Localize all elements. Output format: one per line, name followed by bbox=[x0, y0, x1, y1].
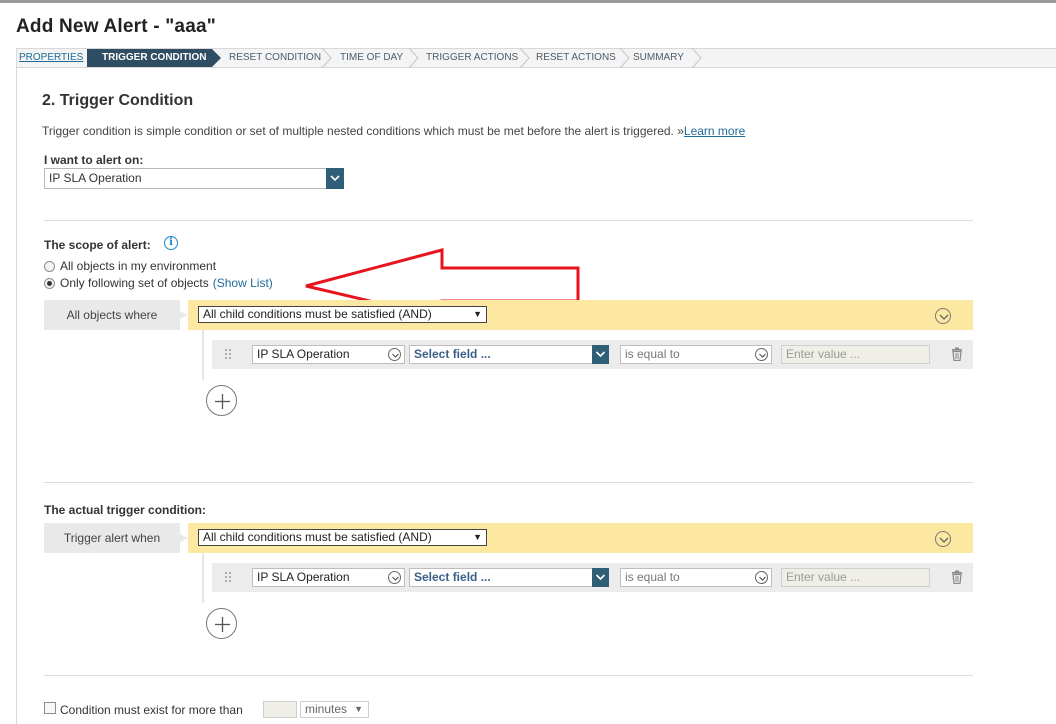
dropdown-arrow-icon: ▼ bbox=[354, 704, 363, 714]
trigger-operator-value: is equal to bbox=[625, 570, 680, 584]
trigger-value-input[interactable]: Enter value ... bbox=[781, 568, 930, 587]
chevron-down-icon bbox=[592, 568, 609, 587]
step-trigger-condition[interactable]: TRIGGER CONDITION bbox=[87, 49, 222, 67]
step-reset-condition[interactable]: RESET CONDITION bbox=[229, 49, 321, 67]
trigger-label: The actual trigger condition: bbox=[44, 503, 207, 517]
scope-field-select[interactable]: Select field ... bbox=[409, 345, 609, 364]
chevron-down-icon bbox=[388, 348, 401, 361]
radio-following-objects[interactable] bbox=[44, 277, 55, 289]
step-separator-icon bbox=[619, 48, 630, 68]
step-reset-actions[interactable]: RESET ACTIONS bbox=[536, 49, 616, 67]
divider bbox=[44, 675, 973, 676]
section-description: Trigger condition is simple condition or… bbox=[42, 124, 745, 138]
page-title: Add New Alert - "aaa" bbox=[16, 16, 216, 37]
scope-group-select[interactable]: All child conditions must be satisfied (… bbox=[198, 306, 487, 323]
scope-object-value: IP SLA Operation bbox=[257, 347, 350, 361]
dropdown-arrow-icon: ▼ bbox=[473, 532, 482, 542]
trigger-object-value: IP SLA Operation bbox=[257, 570, 350, 584]
info-icon[interactable]: i bbox=[164, 236, 178, 250]
alert-on-label: I want to alert on: bbox=[44, 153, 144, 167]
trigger-operator-select[interactable]: is equal to bbox=[620, 568, 772, 587]
scope-label: The scope of alert: bbox=[44, 238, 151, 252]
chevron-down-icon bbox=[755, 348, 768, 361]
scope-option-following-label: Only following set of objects bbox=[60, 276, 209, 290]
scope-value-input[interactable]: Enter value ... bbox=[781, 345, 930, 364]
add-trigger-condition-button[interactable] bbox=[206, 608, 237, 639]
chevron-down-icon bbox=[755, 571, 768, 584]
duration-checkbox[interactable] bbox=[44, 702, 56, 714]
scope-option-all-label: All objects in my environment bbox=[60, 259, 217, 273]
drag-handle-icon[interactable] bbox=[224, 348, 232, 360]
step-separator-icon bbox=[519, 48, 530, 68]
trigger-group-select[interactable]: All child conditions must be satisfied (… bbox=[198, 529, 487, 546]
scope-group-bar: All child conditions must be satisfied (… bbox=[188, 300, 973, 330]
trigger-field-select[interactable]: Select field ... bbox=[409, 568, 609, 587]
add-scope-condition-button[interactable] bbox=[206, 385, 237, 416]
scope-object-select[interactable]: IP SLA Operation bbox=[252, 345, 405, 364]
duration-unit-value: minutes bbox=[305, 702, 348, 716]
trigger-when-label: Trigger alert when bbox=[44, 523, 188, 553]
scope-condition-row: IP SLA Operation Select field ... is equ… bbox=[212, 340, 973, 369]
trigger-group-bar: All child conditions must be satisfied (… bbox=[188, 523, 973, 553]
trigger-field-value: Select field ... bbox=[414, 570, 491, 584]
step-trigger-actions[interactable]: TRIGGER ACTIONS bbox=[426, 49, 518, 67]
section-title: 2. Trigger Condition bbox=[42, 92, 194, 109]
drag-handle-icon[interactable] bbox=[224, 571, 232, 583]
step-properties[interactable]: PROPERTIES bbox=[19, 49, 83, 67]
content-left-border bbox=[16, 68, 17, 724]
alert-on-value: IP SLA Operation bbox=[49, 171, 142, 185]
scope-where-label: All objects where bbox=[44, 300, 188, 330]
trigger-object-select[interactable]: IP SLA Operation bbox=[252, 568, 405, 587]
trigger-group-value: All child conditions must be satisfied (… bbox=[203, 530, 432, 544]
scope-field-value: Select field ... bbox=[414, 347, 491, 361]
trigger-value-placeholder: Enter value ... bbox=[786, 570, 861, 584]
scope-value-placeholder: Enter value ... bbox=[786, 347, 861, 361]
scope-operator-select[interactable]: is equal to bbox=[620, 345, 772, 364]
step-separator-icon bbox=[321, 48, 332, 68]
scope-group-value: All child conditions must be satisfied (… bbox=[203, 307, 432, 321]
wizard-steps: PROPERTIES TRIGGER CONDITION RESET CONDI… bbox=[16, 48, 1056, 68]
scope-option-all[interactable]: All objects in my environment bbox=[44, 259, 216, 273]
alert-on-select[interactable]: IP SLA Operation bbox=[44, 168, 344, 189]
trash-icon[interactable] bbox=[951, 570, 963, 584]
divider bbox=[44, 220, 973, 221]
expand-chevron-icon[interactable] bbox=[935, 308, 951, 324]
step-time-of-day[interactable]: TIME OF DAY bbox=[340, 49, 403, 67]
plus-icon bbox=[215, 394, 230, 409]
duration-label: Condition must exist for more than bbox=[60, 703, 243, 717]
plus-icon bbox=[215, 617, 230, 632]
divider bbox=[44, 482, 973, 483]
scope-operator-value: is equal to bbox=[625, 347, 680, 361]
radio-all-objects[interactable] bbox=[44, 260, 55, 272]
show-list-link[interactable]: (Show List) bbox=[213, 276, 273, 290]
chevron-down-icon bbox=[592, 345, 609, 364]
tree-connector bbox=[202, 553, 204, 603]
chevron-down-icon[interactable] bbox=[326, 168, 344, 189]
step-separator-icon bbox=[691, 48, 702, 68]
chevron-down-icon bbox=[388, 571, 401, 584]
learn-more-link[interactable]: Learn more bbox=[684, 124, 745, 138]
step-separator-icon bbox=[408, 48, 419, 68]
expand-chevron-icon[interactable] bbox=[935, 531, 951, 547]
duration-unit-select[interactable]: minutes ▼ bbox=[300, 701, 369, 718]
dropdown-arrow-icon: ▼ bbox=[473, 309, 482, 319]
top-border bbox=[0, 0, 1056, 3]
duration-input[interactable] bbox=[263, 701, 297, 718]
trash-icon[interactable] bbox=[951, 347, 963, 361]
description-text: Trigger condition is simple condition or… bbox=[42, 124, 684, 138]
tree-connector bbox=[202, 330, 204, 380]
trigger-condition-row: IP SLA Operation Select field ... is equ… bbox=[212, 563, 973, 592]
scope-option-following[interactable]: Only following set of objects (Show List… bbox=[44, 276, 273, 290]
step-summary[interactable]: SUMMARY bbox=[633, 49, 684, 67]
